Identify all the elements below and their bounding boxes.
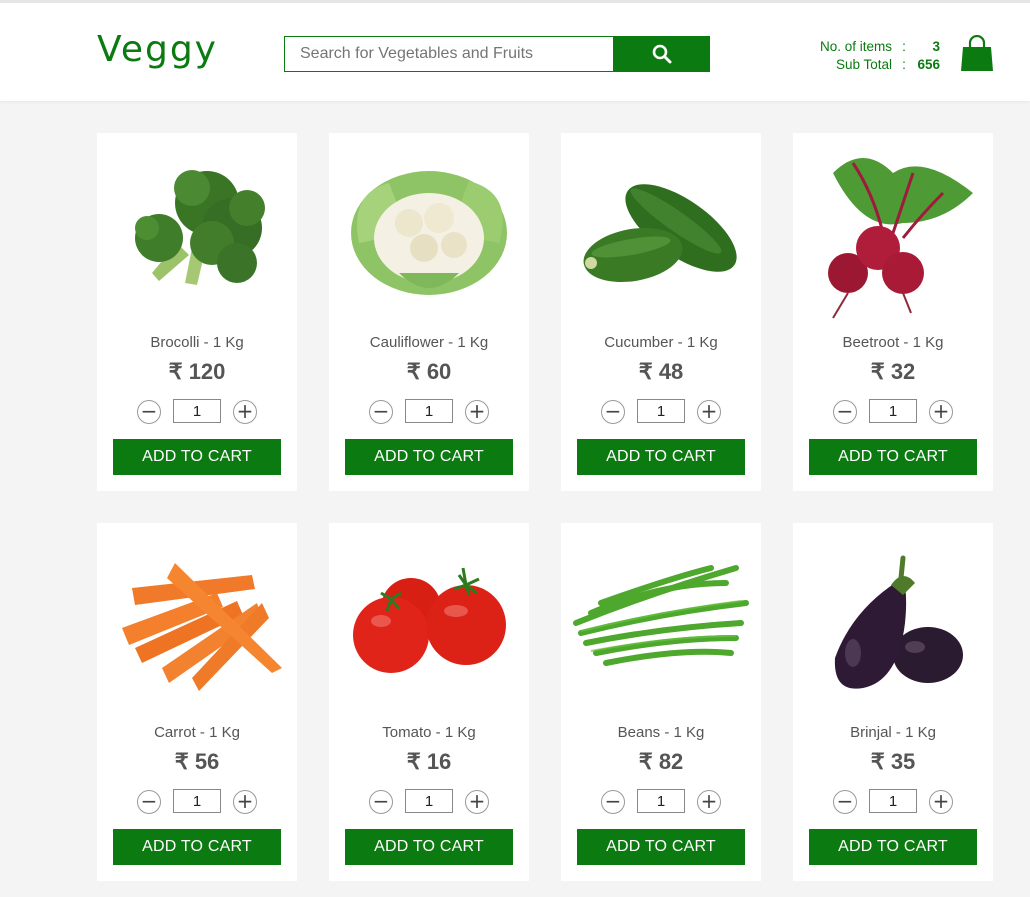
add-to-cart-button[interactable]: ADD TO CART [577, 439, 745, 475]
product-name: Brinjal - 1 Kg [850, 724, 936, 741]
quantity-stepper: − + [833, 399, 953, 424]
quantity-input[interactable] [869, 789, 917, 813]
beetroot-icon [828, 158, 973, 319]
shopping-bag-icon[interactable] [960, 35, 994, 73]
items-label: No. of items [819, 39, 892, 54]
carrot-icon [122, 563, 282, 691]
product-card: Brinjal - 1 Kg ₹ 35 − + ADD TO CART [793, 523, 993, 881]
product-card: Beetroot - 1 Kg ₹ 32 − + ADD TO CART [793, 133, 993, 491]
search-button[interactable] [613, 36, 710, 72]
product-name: Brocolli - 1 Kg [150, 334, 244, 351]
increment-button[interactable]: + [929, 400, 953, 424]
search-input[interactable] [284, 36, 613, 72]
brinjal-icon [834, 555, 963, 689]
decrement-button[interactable]: − [833, 400, 857, 424]
quantity-stepper: − + [137, 399, 257, 424]
quantity-input[interactable] [405, 399, 453, 423]
cauliflower-icon [351, 171, 507, 295]
decrement-button[interactable]: − [833, 790, 857, 814]
quantity-stepper: − + [601, 399, 721, 424]
increment-button[interactable]: + [697, 790, 721, 814]
broccoli-icon [135, 170, 265, 285]
increment-button[interactable]: + [465, 790, 489, 814]
quantity-input[interactable] [869, 399, 917, 423]
items-count: 3 [932, 39, 940, 54]
product-card: Cucumber - 1 Kg ₹ 48 − + ADD TO CART [561, 133, 761, 491]
add-to-cart-button[interactable]: ADD TO CART [577, 829, 745, 865]
add-to-cart-button[interactable]: ADD TO CART [345, 829, 513, 865]
increment-button[interactable]: + [233, 790, 257, 814]
quantity-input[interactable] [173, 399, 221, 423]
increment-button[interactable]: + [233, 400, 257, 424]
decrement-button[interactable]: − [369, 790, 393, 814]
product-price: ₹ 82 [638, 749, 684, 774]
search-icon [652, 44, 671, 64]
search-bar [284, 36, 710, 72]
quantity-stepper: − + [369, 399, 489, 424]
tomato-icon [353, 567, 506, 673]
product-name: Tomato - 1 Kg [382, 724, 476, 741]
product-price: ₹ 120 [168, 359, 226, 384]
product-price: ₹ 48 [638, 359, 684, 384]
increment-button[interactable]: + [465, 400, 489, 424]
quantity-input[interactable] [637, 399, 685, 423]
beans-icon [573, 565, 749, 666]
add-to-cart-button[interactable]: ADD TO CART [809, 439, 977, 475]
quantity-stepper: − + [601, 789, 721, 814]
decrement-button[interactable]: − [601, 790, 625, 814]
decrement-button[interactable]: − [369, 400, 393, 424]
product-card: Carrot - 1 Kg ₹ 56 − + ADD TO CART [97, 523, 297, 881]
product-name: Cucumber - 1 Kg [604, 334, 718, 351]
add-to-cart-button[interactable]: ADD TO CART [113, 439, 281, 475]
product-name: Beetroot - 1 Kg [842, 334, 944, 351]
product-name: Carrot - 1 Kg [154, 724, 240, 741]
quantity-stepper: − + [833, 789, 953, 814]
product-price: ₹ 56 [174, 749, 220, 774]
separator: : [902, 39, 906, 54]
quantity-stepper: − + [137, 789, 257, 814]
add-to-cart-button[interactable]: ADD TO CART [113, 829, 281, 865]
product-price: ₹ 60 [406, 359, 452, 384]
separator: : [902, 57, 906, 72]
cart-summary: No. of items : 3 Sub Total : 656 [790, 38, 940, 74]
product-card: Brocolli - 1 Kg ₹ 120 − + ADD TO CART [97, 133, 297, 491]
subtotal-value: 656 [917, 57, 940, 72]
product-card: Beans - 1 Kg ₹ 82 − + ADD TO CART [561, 523, 761, 881]
increment-button[interactable]: + [697, 400, 721, 424]
product-price: ₹ 32 [870, 359, 916, 384]
add-to-cart-button[interactable]: ADD TO CART [809, 829, 977, 865]
increment-button[interactable]: + [929, 790, 953, 814]
decrement-button[interactable]: − [137, 790, 161, 814]
product-price: ₹ 35 [870, 749, 916, 774]
quantity-stepper: − + [369, 789, 489, 814]
product-card: Cauliflower - 1 Kg ₹ 60 − + ADD TO CART [329, 133, 529, 491]
subtotal-label: Sub Total [835, 57, 892, 72]
product-price: ₹ 16 [406, 749, 452, 774]
site-header: Veggy No. of items : 3 Sub Total : 656 [0, 0, 1030, 101]
quantity-input[interactable] [173, 789, 221, 813]
quantity-input[interactable] [405, 789, 453, 813]
cucumber-icon [583, 184, 737, 283]
quantity-input[interactable] [637, 789, 685, 813]
brand-logo[interactable]: Veggy [97, 29, 218, 70]
product-name: Beans - 1 Kg [617, 724, 705, 741]
product-name: Cauliflower - 1 Kg [369, 334, 489, 351]
decrement-button[interactable]: − [601, 400, 625, 424]
add-to-cart-button[interactable]: ADD TO CART [345, 439, 513, 475]
product-card: Tomato - 1 Kg ₹ 16 − + ADD TO CART [329, 523, 529, 881]
decrement-button[interactable]: − [137, 400, 161, 424]
